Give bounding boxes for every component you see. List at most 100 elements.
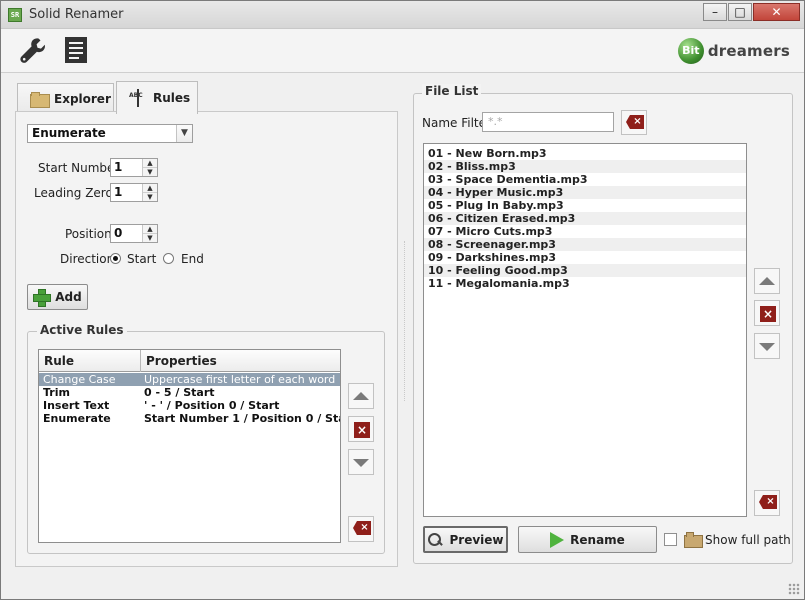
direction-start-radio[interactable] (110, 253, 121, 264)
tab-rules[interactable]: Rules (116, 81, 198, 114)
table-header: Rule Properties (39, 350, 340, 372)
show-full-path-label: Show full path (705, 533, 791, 547)
list-item[interactable]: 11 - Megalomania.mp3 (424, 277, 746, 290)
plus-icon (33, 289, 52, 307)
table-row[interactable]: Enumerate Start Number 1 / Position 0 / … (39, 412, 340, 425)
wrench-icon[interactable] (17, 35, 47, 65)
list-item[interactable]: 05 - Plug In Baby.mp3 (424, 199, 746, 212)
list-item[interactable]: 09 - Darkshines.mp3 (424, 251, 746, 264)
direction-label: Direction (60, 252, 115, 266)
clear-icon: × (759, 495, 777, 509)
start-number-value: 1 (114, 160, 123, 174)
table-row[interactable]: Trim 0 - 5 / Start (39, 386, 340, 399)
list-item[interactable]: 02 - Bliss.mp3 (424, 160, 746, 173)
resize-grip[interactable] (788, 583, 800, 595)
preview-button[interactable]: Preview (423, 526, 508, 553)
move-file-down-button[interactable] (754, 333, 780, 359)
list-item[interactable]: 03 - Space Dementia.mp3 (424, 173, 746, 186)
leading-zeros-value: 1 (114, 185, 123, 199)
clear-files-button[interactable]: × (754, 490, 780, 516)
rename-button[interactable]: Rename (518, 526, 657, 553)
close-button[interactable]: ✕ (753, 3, 800, 21)
start-number-stepper[interactable]: 1 ▲ ▼ (110, 158, 158, 177)
list-item[interactable]: 04 - Hyper Music.mp3 (424, 186, 746, 199)
chevron-down-icon[interactable]: ▼ (176, 125, 192, 142)
app-icon: SR (8, 8, 22, 22)
position-value: 0 (114, 226, 123, 240)
clear-icon: × (353, 521, 371, 535)
move-rule-down-button[interactable] (348, 449, 374, 475)
decrement-button[interactable]: ▼ (143, 192, 157, 201)
name-filter-input[interactable]: *.* (482, 112, 614, 132)
properties-cell: Start Number 1 / Position 0 / Start (144, 412, 341, 425)
name-filter-label: Name Filter (422, 116, 491, 130)
rule-cell: Enumerate (43, 412, 111, 425)
rename-label: Rename (570, 532, 625, 547)
move-file-up-button[interactable] (754, 268, 780, 294)
preview-label: Preview (449, 532, 504, 547)
rule-cell: Change Case (43, 373, 116, 386)
logo-text: dreamers (707, 42, 790, 60)
rule-column-header[interactable]: Rule (39, 350, 141, 372)
direction-end-radio[interactable] (163, 253, 174, 264)
properties-column-header[interactable]: Properties (141, 350, 340, 372)
leading-zeros-label: Leading Zeros (34, 186, 120, 200)
table-row[interactable]: Insert Text ' - ' / Position 0 / Start (39, 399, 340, 412)
rule-cell: Trim (43, 386, 70, 399)
show-full-path-checkbox[interactable] (664, 533, 677, 546)
table-row[interactable]: Change Case Uppercase first letter of ea… (39, 373, 340, 386)
list-item[interactable]: 10 - Feeling Good.mp3 (424, 264, 746, 277)
position-stepper[interactable]: 0 ▲ ▼ (110, 224, 158, 243)
clear-rules-button[interactable]: × (348, 516, 374, 542)
maximize-button[interactable]: □ (728, 3, 752, 21)
increment-button[interactable]: ▲ (143, 184, 157, 192)
clear-filter-icon: × (626, 115, 644, 129)
direction-start-label: Start (127, 252, 157, 266)
arrow-down-icon (759, 343, 775, 351)
list-item[interactable]: 06 - Citizen Erased.mp3 (424, 212, 746, 225)
move-rule-up-button[interactable] (348, 383, 374, 409)
properties-cell: 0 - 5 / Start (144, 386, 215, 399)
bitdreamers-logo[interactable]: Bit dreamers (677, 37, 790, 65)
properties-cell: Uppercase first letter of each word (144, 373, 336, 386)
start-number-label: Start Number (38, 161, 120, 175)
play-icon (550, 531, 565, 548)
rule-type-select[interactable]: Enumerate ▼ (27, 124, 193, 143)
title-bar: SR Solid Renamer – □ ✕ (1, 1, 804, 29)
direction-end-label: End (181, 252, 204, 266)
leading-zeros-stepper[interactable]: 1 ▲ ▼ (110, 183, 158, 202)
toolbar: Bit dreamers (1, 29, 804, 73)
search-icon (427, 532, 443, 548)
minimize-button[interactable]: – (703, 3, 727, 21)
app-window: SR Solid Renamer – □ ✕ Bit dreamers Expl… (0, 0, 805, 600)
delete-icon: × (354, 422, 370, 438)
window-title: Solid Renamer (29, 7, 124, 22)
active-rules-title: Active Rules (37, 323, 127, 337)
delete-rule-button[interactable]: × (348, 416, 374, 442)
properties-cell: ' - ' / Position 0 / Start (144, 399, 280, 412)
decrement-button[interactable]: ▼ (143, 233, 157, 242)
remove-file-button[interactable]: × (754, 300, 780, 326)
add-rule-button[interactable]: Add (27, 284, 88, 310)
tab-explorer[interactable]: Explorer (17, 83, 114, 114)
folder-icon (30, 92, 50, 108)
rule-cell: Insert Text (43, 399, 110, 412)
active-rules-table[interactable]: Rule Properties Change Case Uppercase fi… (38, 349, 341, 543)
file-list-title: File List (422, 84, 482, 98)
arrow-down-icon (353, 459, 369, 467)
list-item[interactable]: 08 - Screenager.mp3 (424, 238, 746, 251)
document-icon[interactable] (61, 35, 91, 65)
arrow-up-icon (353, 392, 369, 400)
splitter[interactable] (404, 241, 405, 401)
file-list[interactable]: 01 - New Born.mp3 02 - Bliss.mp3 03 - Sp… (423, 143, 747, 517)
clear-filter-button[interactable]: × (621, 110, 647, 135)
rule-type-value: Enumerate (32, 126, 106, 140)
list-item[interactable]: 01 - New Born.mp3 (424, 147, 746, 160)
add-button-label: Add (55, 290, 82, 304)
list-item[interactable]: 07 - Micro Cuts.mp3 (424, 225, 746, 238)
increment-button[interactable]: ▲ (143, 225, 157, 233)
arrow-up-icon (759, 277, 775, 285)
position-label: Position (65, 227, 112, 241)
increment-button[interactable]: ▲ (143, 159, 157, 167)
decrement-button[interactable]: ▼ (143, 167, 157, 176)
